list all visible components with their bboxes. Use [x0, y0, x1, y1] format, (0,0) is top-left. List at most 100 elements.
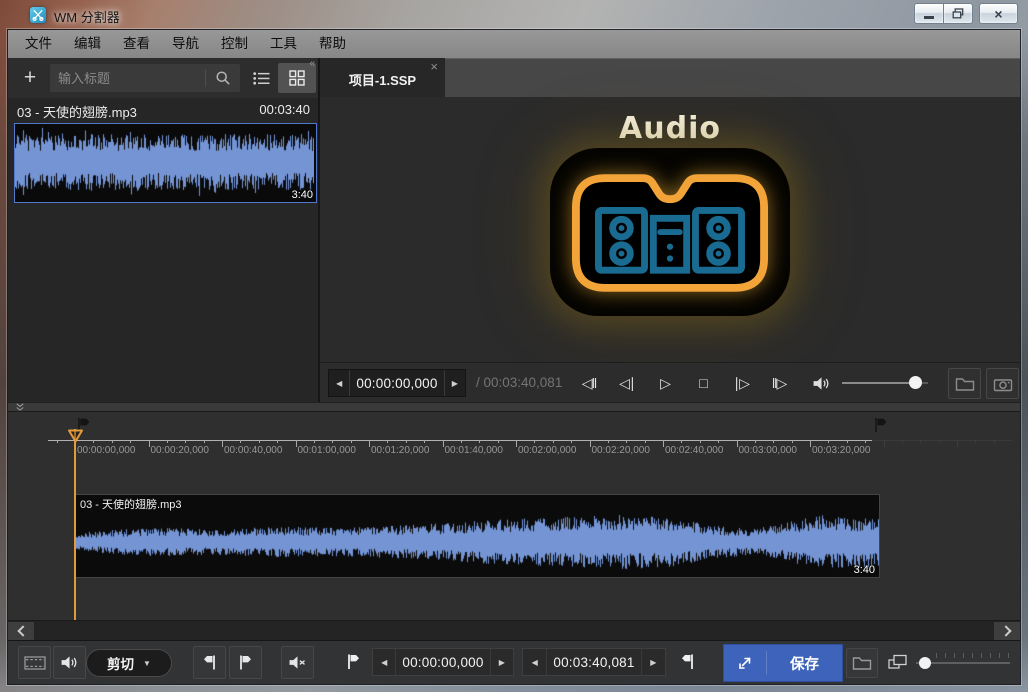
previous-keyframe-button[interactable]: ◁‖	[572, 366, 606, 400]
menu-item-6[interactable]: 工具	[259, 30, 308, 58]
save-button[interactable]: 保存	[723, 644, 843, 682]
collapse-panel-icon[interactable]: «	[309, 58, 315, 70]
step-back-button[interactable]: ◁∣	[610, 366, 644, 400]
media-thumbnail[interactable]: 3:40	[14, 123, 317, 203]
step-forward-button[interactable]: ∣▷	[724, 366, 758, 400]
start-decrement-button[interactable]: ◀	[373, 649, 395, 675]
timeline-audio-clip[interactable]: 03 - 天使的翅膀.mp3 3:40	[75, 494, 880, 578]
clip-waveform	[76, 509, 879, 575]
ruler-tick	[755, 440, 756, 443]
menu-item-7[interactable]: 帮助	[308, 30, 357, 58]
close-icon: ×	[994, 7, 1002, 21]
ruler-tick	[516, 440, 517, 447]
search-icon[interactable]	[206, 70, 240, 86]
zoom-slider-knob[interactable]	[919, 657, 931, 669]
timeline-ruler[interactable]: 00:00:00,00000:00:20,00000:00:40,00000:0…	[8, 412, 1020, 472]
play-button[interactable]: ▷	[648, 366, 682, 400]
ruler-tick	[314, 440, 315, 443]
selection-start-value[interactable]: 00:00:00,000	[395, 649, 490, 675]
ruler-tick	[57, 440, 58, 443]
tab-project[interactable]: 项目-1.SSP ×	[320, 58, 445, 97]
set-end-marker-button[interactable]	[229, 646, 262, 679]
volume-icon[interactable]	[812, 376, 832, 391]
tab-label: 项目-1.SSP	[320, 70, 445, 89]
ruler-tick	[718, 440, 719, 443]
playhead-line[interactable]	[74, 429, 76, 620]
window-body: 文件编辑查看导航控制工具帮助 +	[8, 30, 1020, 684]
restore-icon	[952, 8, 964, 19]
menu-item-1[interactable]: 文件	[14, 30, 63, 58]
selection-end-flag-icon	[680, 652, 695, 671]
timeline-area[interactable]: 00:00:00,00000:00:20,00000:00:40,00000:0…	[8, 412, 1020, 620]
timeline-scrollbar[interactable]	[8, 620, 1020, 640]
tab-close-icon[interactable]: ×	[430, 60, 438, 73]
flag-left-icon	[202, 654, 217, 671]
media-list-item[interactable]: 03 - 天使的翅膀.mp3 00:03:40	[8, 98, 318, 122]
tab-bar: 项目-1.SSP ×	[320, 58, 1020, 97]
ruler-tick	[149, 440, 150, 447]
current-time-spinner: ◀ 00:00:00,000 ▶	[328, 369, 466, 397]
window-title: WM 分割器	[54, 7, 120, 26]
ruler-tick	[939, 440, 940, 443]
set-start-marker-button[interactable]	[193, 646, 226, 679]
menu-item-5[interactable]: 控制	[210, 30, 259, 58]
ruler-tick	[645, 440, 646, 443]
list-view-button[interactable]	[246, 63, 276, 93]
end-marker-flag-icon[interactable]	[874, 417, 889, 433]
add-media-button[interactable]: +	[12, 58, 48, 98]
library-toolbar: +	[8, 58, 318, 98]
playhead-handle-icon[interactable]	[67, 429, 84, 443]
zoom-slider-ticks	[936, 653, 1012, 658]
save-label: 保存	[767, 653, 842, 674]
volume-slider-knob[interactable]	[909, 376, 922, 389]
ruler-tick	[443, 440, 444, 447]
menu-item-4[interactable]: 导航	[161, 30, 210, 58]
output-folder-button[interactable]	[846, 648, 878, 678]
stop-button[interactable]: □	[686, 366, 720, 400]
project-pane: 项目-1.SSP × Audio	[318, 58, 1020, 402]
ruler-tick	[920, 440, 921, 443]
close-button[interactable]: ×	[979, 3, 1018, 24]
audio-track-button[interactable]	[53, 646, 86, 679]
media-item-name: 03 - 天使的翅膀.mp3	[17, 102, 137, 121]
selection-start-spinner: ◀ 00:00:00,000 ▶	[372, 648, 514, 676]
maximize-button[interactable]	[943, 3, 973, 24]
time-decrement-button[interactable]: ◀	[329, 370, 349, 396]
preview-caption: Audio	[320, 111, 1020, 146]
selection-end-value[interactable]: 00:03:40,081	[546, 649, 641, 675]
ruler-tick	[553, 440, 554, 443]
ruler-tick	[351, 440, 352, 443]
search-input[interactable]	[50, 71, 205, 86]
zoom-fit-icon[interactable]	[888, 654, 908, 670]
titlebar[interactable]: WM 分割器 ×	[0, 0, 1028, 30]
storyboard-button[interactable]	[18, 646, 51, 679]
playback-controls: ◁‖ ◁∣ ▷ □ ∣▷ ‖▷	[572, 363, 796, 403]
ruler-tick	[737, 440, 738, 447]
ruler-tick	[461, 440, 462, 443]
open-folder-button[interactable]	[948, 368, 981, 399]
start-increment-button[interactable]: ▶	[491, 649, 513, 675]
scroll-right-button[interactable]	[994, 622, 1020, 640]
current-time-value[interactable]: 00:00:00,000	[349, 370, 444, 396]
minimize-button[interactable]	[914, 3, 943, 24]
end-increment-button[interactable]: ▶	[642, 649, 665, 675]
ruler-tick	[204, 440, 205, 443]
next-keyframe-button[interactable]: ‖▷	[762, 366, 796, 400]
menu-item-2[interactable]: 编辑	[63, 30, 112, 58]
end-decrement-button[interactable]: ◀	[523, 649, 546, 675]
stereo-icon	[572, 174, 768, 292]
scroll-left-button[interactable]	[8, 622, 34, 640]
total-time-label: / 00:03:40,081	[476, 363, 562, 403]
time-increment-button[interactable]: ▶	[445, 370, 465, 396]
app-scissors-icon	[30, 7, 46, 23]
menu-item-3[interactable]: 查看	[112, 30, 161, 58]
ruler-tick	[222, 440, 223, 447]
ruler-tick	[424, 440, 425, 443]
snapshot-button[interactable]	[986, 368, 1019, 399]
mode-dropdown[interactable]: 剪切 ▼	[86, 649, 172, 677]
ruler-tick	[296, 440, 297, 447]
mute-segment-button[interactable]	[281, 646, 314, 679]
search-box	[50, 64, 240, 92]
flag-right-icon	[238, 654, 253, 671]
panel-splitter[interactable]	[8, 402, 1020, 412]
